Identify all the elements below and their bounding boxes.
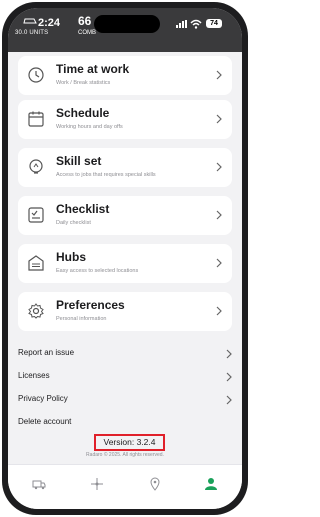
card-subtitle: Personal information: [56, 316, 107, 322]
chevron-right-icon: [216, 210, 222, 220]
car-icon: [23, 18, 37, 24]
card-subtitle: Working hours and day offs: [56, 124, 123, 130]
battery-indicator: 74: [206, 19, 222, 28]
card-skill-set[interactable]: Skill set Access to jobs that requires s…: [18, 148, 232, 187]
status-comb: COMB: [78, 30, 96, 36]
card-subtitle: Access to jobs that requires special ski…: [56, 172, 156, 178]
card-checklist[interactable]: Checklist Daily checklist: [18, 196, 232, 235]
link-label: Licenses: [18, 371, 50, 380]
card-schedule[interactable]: Schedule Working hours and day offs: [18, 100, 232, 139]
lightbulb-icon: [29, 159, 43, 174]
signal-icon: [176, 20, 187, 28]
chevron-right-icon: [216, 306, 222, 316]
card-subtitle: Work / Break statistics: [56, 80, 111, 86]
card-preferences[interactable]: Preferences Personal information: [18, 292, 232, 331]
card-title: Preferences: [56, 298, 125, 312]
status-bar: 2:24 30.0 UNITS 66 COMB 74: [8, 8, 242, 38]
chevron-right-icon: [226, 372, 232, 382]
link-label: Report an issue: [18, 348, 75, 357]
licenses-link[interactable]: Licenses: [18, 367, 240, 389]
chevron-right-icon: [226, 349, 232, 359]
status-units: 30.0 UNITS: [15, 30, 49, 36]
copyright-text: Radaro © 2025. All rights reserved.: [86, 452, 164, 458]
warehouse-icon: [28, 255, 44, 271]
card-title: Schedule: [56, 106, 110, 120]
screen: 2:24 30.0 UNITS 66 COMB 74 Time at work: [8, 8, 242, 509]
version-label: Version: 3.2.4: [94, 434, 165, 451]
link-label: Delete account: [18, 417, 72, 426]
chevron-right-icon: [216, 162, 222, 172]
chevron-right-icon: [216, 258, 222, 268]
card-title: Checklist: [56, 202, 110, 216]
report-issue-link[interactable]: Report an issue: [18, 344, 240, 366]
gear-icon: [28, 303, 44, 319]
card-subtitle: Daily checklist: [56, 220, 91, 226]
chevron-right-icon: [216, 114, 222, 124]
card-title: Skill set: [56, 154, 102, 168]
status-time: 2:24: [38, 17, 61, 29]
link-label: Privacy Policy: [18, 394, 68, 403]
card-time-at-work[interactable]: Time at work Work / Break statistics: [18, 56, 232, 95]
delete-account-link[interactable]: Delete account: [18, 413, 240, 435]
status-speed: 66: [78, 14, 92, 28]
chevron-right-icon: [216, 70, 222, 80]
route-icon[interactable]: [90, 477, 104, 491]
calendar-icon: [28, 111, 44, 127]
privacy-policy-link[interactable]: Privacy Policy: [18, 390, 240, 412]
card-title: Hubs: [56, 250, 86, 264]
bottom-tab-bar: [8, 464, 242, 509]
card-hubs[interactable]: Hubs Easy access to selected locations: [18, 244, 232, 283]
wifi-icon: [190, 19, 202, 29]
chevron-right-icon: [226, 395, 232, 405]
location-pin-icon[interactable]: [148, 477, 162, 491]
checklist-icon: [28, 207, 44, 223]
phone-frame: 2:24 30.0 UNITS 66 COMB 74 Time at work: [2, 2, 248, 515]
truck-icon[interactable]: [32, 477, 46, 491]
profile-icon[interactable]: [204, 477, 218, 491]
dynamic-island: [94, 15, 160, 33]
card-subtitle: Easy access to selected locations: [56, 268, 139, 274]
card-title: Time at work: [56, 62, 130, 76]
clock-icon: [28, 67, 44, 83]
